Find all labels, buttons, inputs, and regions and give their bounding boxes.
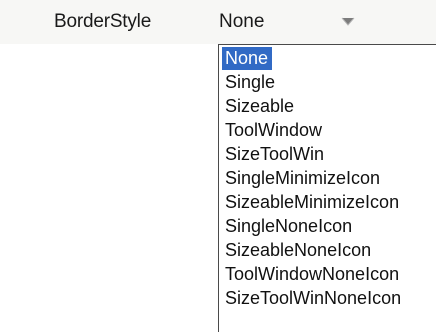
dropdown-option-sizeablenoneicon[interactable]: SizeableNoneIcon — [222, 239, 375, 262]
property-row-borderstyle[interactable]: BorderStyle None — [0, 0, 436, 44]
dropdown-option-sizeableminimizeicon[interactable]: SizeableMinimizeIcon — [222, 191, 403, 214]
property-name-label: BorderStyle — [54, 11, 152, 32]
dropdown-option-single[interactable]: Single — [222, 71, 279, 94]
dropdown-option-singlenoneicon[interactable]: SingleNoneIcon — [222, 215, 356, 238]
dropdown-option-toolwindow[interactable]: ToolWindow — [222, 119, 326, 142]
dropdown-option-toolwindownoneicon[interactable]: ToolWindowNoneIcon — [222, 263, 403, 286]
dropdown-option-sizeable[interactable]: Sizeable — [222, 95, 298, 118]
dropdown-option-sizetoolwin[interactable]: SizeToolWin — [222, 143, 328, 166]
property-value-field[interactable]: None — [219, 11, 264, 33]
dropdown-button[interactable] — [333, 8, 363, 36]
borderstyle-dropdown-list[interactable]: None Single Sizeable ToolWindow SizeTool… — [218, 44, 436, 332]
dropdown-option-singleminimizeicon[interactable]: SingleMinimizeIcon — [222, 167, 384, 190]
chevron-down-icon — [341, 17, 355, 26]
dropdown-option-sizetoolwinnoneicon[interactable]: SizeToolWinNoneIcon — [222, 287, 405, 310]
dropdown-option-none[interactable]: None — [222, 47, 273, 70]
